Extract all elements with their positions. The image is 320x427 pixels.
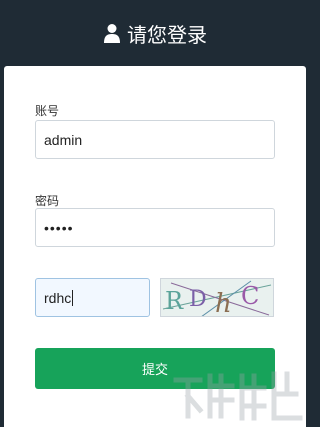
password-input[interactable]: ••••• — [35, 208, 275, 247]
captcha-char-3: h — [215, 289, 232, 317]
account-input-value: admin — [44, 131, 83, 148]
captcha-graphic: R D h C — [162, 280, 272, 317]
user-icon — [104, 24, 120, 43]
login-header: 请您登录 — [0, 0, 310, 66]
captcha-char-1: R — [165, 287, 184, 315]
account-input[interactable]: admin — [35, 120, 275, 159]
captcha-image[interactable]: R D h C — [160, 278, 274, 317]
login-title: 请您登录 — [127, 22, 207, 47]
captcha-input-value: rdhc — [44, 289, 72, 306]
account-label: 账号 — [35, 104, 60, 118]
captcha-char-4: C — [241, 282, 259, 310]
password-label: 密码 — [35, 194, 60, 208]
submit-button-label: 提交 — [141, 363, 168, 378]
captcha-char-2: D — [189, 287, 207, 312]
text-caret — [72, 289, 74, 306]
password-input-value: ••••• — [44, 219, 74, 236]
captcha-input[interactable]: rdhc — [35, 278, 150, 317]
site-logo-watermark — [173, 371, 303, 421]
